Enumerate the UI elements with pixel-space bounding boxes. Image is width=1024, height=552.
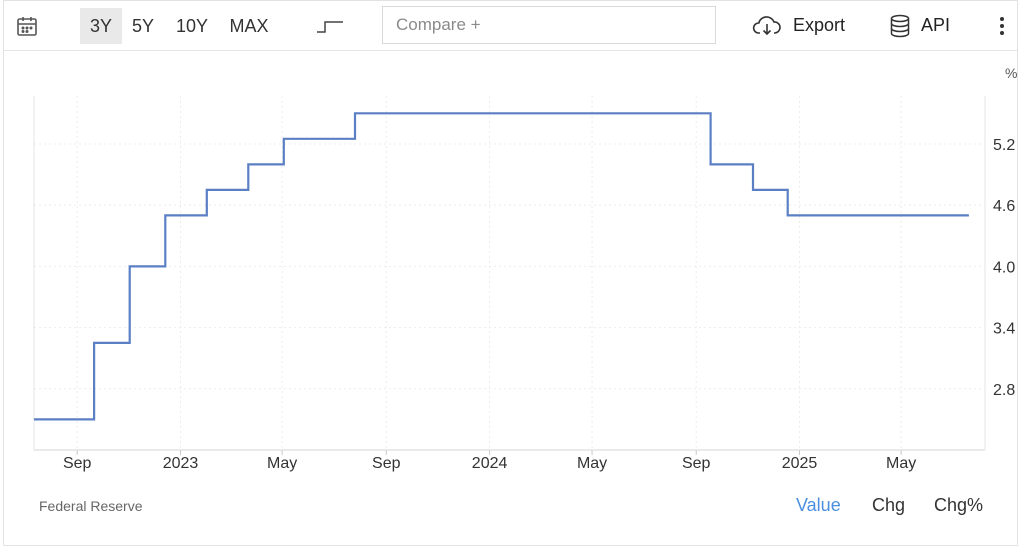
y-tick-label: 3.4: [993, 321, 1015, 338]
y-tick-label: 4.0: [993, 259, 1015, 276]
x-tick-label: 2023: [163, 455, 199, 472]
x-tick-label: May: [577, 455, 607, 472]
chart-grid: [34, 96, 985, 450]
x-tick-label: Sep: [372, 455, 401, 472]
x-tick-label: Sep: [63, 455, 92, 472]
x-tick-label: 2025: [782, 455, 818, 472]
change-mode-button[interactable]: Chg: [872, 495, 905, 516]
y-tick-label: 2.8: [993, 382, 1015, 399]
rate-chart: 2.8 3.4 4.0 4.6 5.2 Sep 2023 May Sep 2024 May Sep 20…: [33, 65, 1017, 472]
x-tick-label: May: [886, 455, 916, 472]
x-tick-label: May: [267, 455, 297, 472]
unit-label: %: [1005, 65, 1017, 81]
x-tick-label: Sep: [682, 455, 711, 472]
change-percent-mode-button[interactable]: Chg%: [934, 495, 983, 516]
chart-widget: 3Y 5Y 10Y MAX Export API: [3, 0, 1018, 546]
value-mode-button[interactable]: Value: [796, 495, 841, 516]
y-tick-label: 4.6: [993, 198, 1015, 215]
source-label: Federal Reserve: [39, 498, 143, 514]
chart-labels: 2.8 3.4 4.0 4.6 5.2 Sep 2023 May Sep 2024 May Sep 20…: [63, 65, 1017, 472]
y-tick-label: 5.2: [993, 137, 1015, 154]
x-tick-label: 2024: [472, 455, 508, 472]
chart-axes: [33, 96, 986, 455]
